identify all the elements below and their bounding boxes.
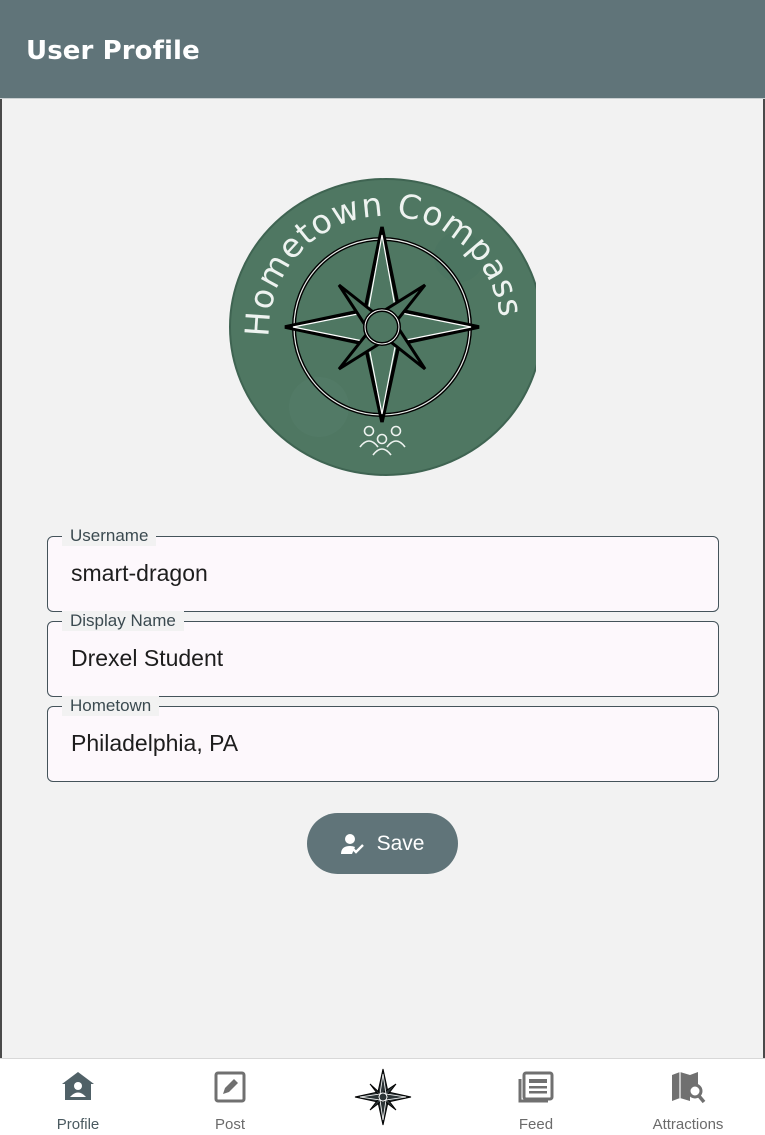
nav-label-feed: Feed <box>518 1116 554 1133</box>
person-check-icon <box>340 833 364 854</box>
nav-item-post[interactable]: Post <box>170 1059 290 1135</box>
app-logo: Hometown Compass <box>229 177 537 477</box>
home-user-icon <box>62 1072 94 1100</box>
nav-item-attractions[interactable]: Attractions <box>628 1059 748 1135</box>
nav-label-profile: Profile <box>56 1116 100 1133</box>
edit-square-icon <box>214 1071 246 1103</box>
hometown-label: Hometown <box>62 696 160 716</box>
page-title: User Profile <box>26 36 200 66</box>
nav-label-post: Post <box>214 1116 245 1133</box>
map-search-icon <box>672 1072 706 1104</box>
save-button[interactable]: Save <box>307 813 458 874</box>
nav-item-feed[interactable]: Feed <box>476 1059 596 1135</box>
compass-star-icon <box>354 1068 412 1126</box>
username-field[interactable]: Username <box>47 526 719 612</box>
save-button-label: Save <box>376 831 425 855</box>
display-name-field[interactable]: Display Name <box>47 611 719 697</box>
bottom-nav: Profile Post Feed Attractions <box>0 1058 765 1135</box>
hometown-input[interactable] <box>71 730 691 757</box>
username-input[interactable] <box>71 560 691 587</box>
app-bar: User Profile <box>0 0 765 99</box>
nav-label-attractions: Attractions <box>652 1116 724 1133</box>
hometown-compass-logo-icon: Hometown Compass <box>229 178 536 476</box>
nav-item-profile[interactable]: Profile <box>18 1059 138 1135</box>
display-name-input[interactable] <box>71 645 691 672</box>
hometown-field[interactable]: Hometown <box>47 696 719 782</box>
nav-item-compass[interactable] <box>323 1059 443 1135</box>
newspaper-icon <box>518 1071 554 1103</box>
display-name-label: Display Name <box>62 611 184 631</box>
username-label: Username <box>62 526 157 546</box>
